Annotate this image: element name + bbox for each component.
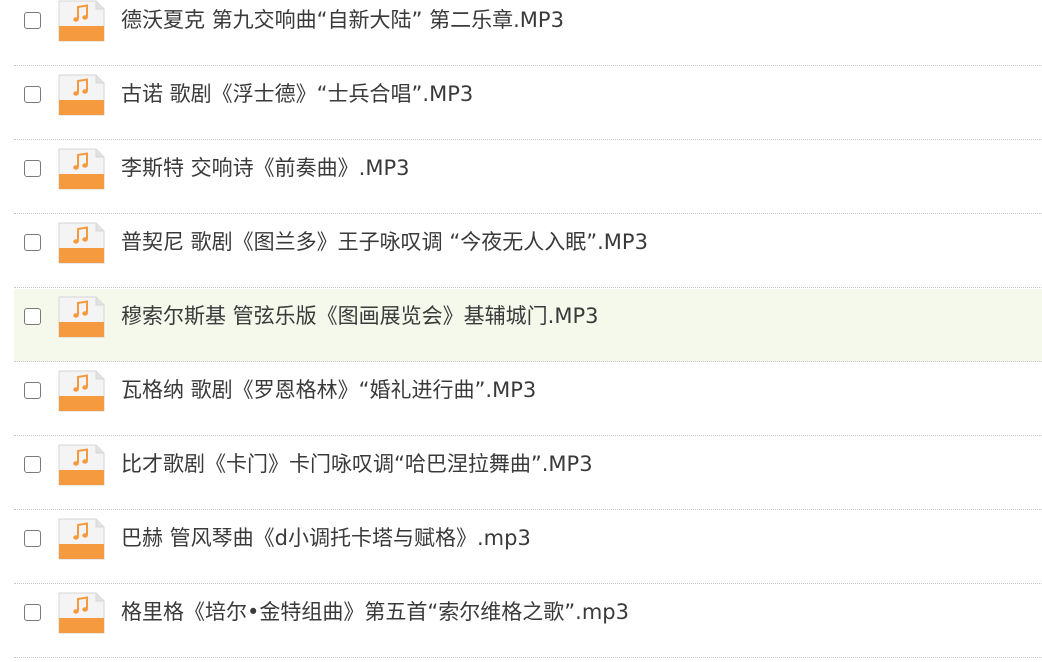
file-name-9[interactable]: 格里格《培尔•金特组曲》第五首“索尔维格之歌”.mp3 <box>121 598 629 626</box>
music-file-icon <box>58 0 105 42</box>
file-row-8[interactable]: 巴赫 管风琴曲《d小调托卡塔与赋格》.mp3 <box>14 511 1042 584</box>
file-name-5[interactable]: 穆索尔斯基 管弦乐版《图画展览会》基辅城门.MP3 <box>121 302 599 330</box>
file-name-6[interactable]: 瓦格纳 歌剧《罗恩格林》“婚礼进行曲”.MP3 <box>121 376 536 404</box>
file-row-9[interactable]: 格里格《培尔•金特组曲》第五首“索尔维格之歌”.mp3 <box>14 585 1042 658</box>
file-checkbox-8[interactable] <box>24 530 41 547</box>
file-name-1[interactable]: 德沃夏克 第九交响曲“自新大陆” 第二乐章.MP3 <box>121 6 564 34</box>
file-row-5[interactable]: 穆索尔斯基 管弦乐版《图画展览会》基辅城门.MP3 <box>14 289 1042 362</box>
file-checkbox-7[interactable] <box>24 456 41 473</box>
file-name-2[interactable]: 古诺 歌剧《浮士德》“士兵合唱”.MP3 <box>121 80 473 108</box>
music-file-icon <box>58 296 105 338</box>
music-file-icon <box>58 74 105 116</box>
music-file-icon <box>58 148 105 190</box>
file-row-6[interactable]: 瓦格纳 歌剧《罗恩格林》“婚礼进行曲”.MP3 <box>14 363 1042 436</box>
file-row-1[interactable]: 德沃夏克 第九交响曲“自新大陆” 第二乐章.MP3 <box>14 0 1042 66</box>
file-row-4[interactable]: 普契尼 歌剧《图兰多》王子咏叹调 “今夜无人入眠”.MP3 <box>14 215 1042 288</box>
file-name-3[interactable]: 李斯特 交响诗《前奏曲》.MP3 <box>121 154 410 182</box>
music-file-icon <box>58 444 105 486</box>
file-checkbox-3[interactable] <box>24 160 41 177</box>
music-file-icon <box>58 222 105 264</box>
file-checkbox-6[interactable] <box>24 382 41 399</box>
music-file-icon <box>58 592 105 634</box>
file-checkbox-4[interactable] <box>24 234 41 251</box>
file-checkbox-1[interactable] <box>24 12 41 29</box>
music-file-icon <box>58 370 105 412</box>
file-row-7[interactable]: 比才歌剧《卡门》卡门咏叹调“哈巴涅拉舞曲”.MP3 <box>14 437 1042 510</box>
file-checkbox-9[interactable] <box>24 604 41 621</box>
file-checkbox-5[interactable] <box>24 308 41 325</box>
file-row-3[interactable]: 李斯特 交响诗《前奏曲》.MP3 <box>14 141 1042 214</box>
file-name-7[interactable]: 比才歌剧《卡门》卡门咏叹调“哈巴涅拉舞曲”.MP3 <box>121 450 593 478</box>
file-row-2[interactable]: 古诺 歌剧《浮士德》“士兵合唱”.MP3 <box>14 67 1042 140</box>
file-name-8[interactable]: 巴赫 管风琴曲《d小调托卡塔与赋格》.mp3 <box>121 524 531 552</box>
file-checkbox-2[interactable] <box>24 86 41 103</box>
file-list: 德沃夏克 第九交响曲“自新大陆” 第二乐章.MP3 古诺 歌剧《浮士德》“士兵合… <box>0 0 1042 662</box>
file-name-4[interactable]: 普契尼 歌剧《图兰多》王子咏叹调 “今夜无人入眠”.MP3 <box>121 228 648 256</box>
music-file-icon <box>58 518 105 560</box>
